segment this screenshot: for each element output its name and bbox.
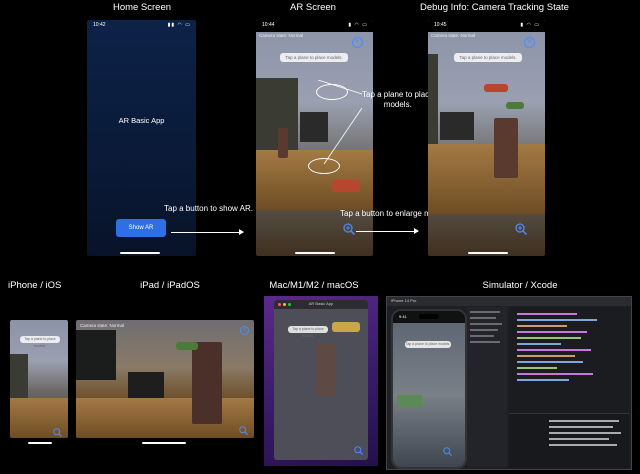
zoom-icon[interactable] <box>515 222 528 240</box>
console-line <box>549 432 621 434</box>
status-time: 10:45 <box>434 22 447 28</box>
home-indicator <box>120 252 160 254</box>
simulator-device: 9:41 Tap a plane to place models. <box>391 309 467 469</box>
home-indicator <box>28 442 52 444</box>
zoom-icon[interactable] <box>343 222 356 240</box>
plane-model <box>176 342 198 350</box>
home-screen-phone: 10:42 ▮▮ ◠ ▭ AR Basic App Show AR <box>87 20 196 256</box>
code-line <box>517 361 583 363</box>
mac-window: AR Basic App Tap a plane to place models… <box>274 300 368 460</box>
mac-desktop: AR Basic App Tap a plane to place models… <box>264 296 378 466</box>
ipad-screen: Camera state: Normal ✕ <box>76 320 254 438</box>
hint-pill: Tap a plane to place models. <box>20 336 60 348</box>
app-title: AR Basic App <box>118 116 165 125</box>
ar-screen-heading: AR Screen <box>290 2 336 13</box>
annotation-tap-plane: Tap a plane to place models. <box>362 90 434 109</box>
home-indicator <box>142 442 186 444</box>
arrow-to-ar <box>171 229 244 235</box>
code-line <box>517 373 593 375</box>
code-editor[interactable] <box>509 307 629 468</box>
hint-pill: Tap a plane to place models. <box>288 326 328 338</box>
nav-row <box>470 329 498 331</box>
mac-heading: Mac/M1/M2 / macOS <box>269 280 359 291</box>
nav-row <box>470 323 502 325</box>
code-line <box>517 337 581 339</box>
console-line <box>549 420 619 422</box>
plane-model <box>506 102 524 109</box>
dynamic-island <box>419 314 439 319</box>
robot-model <box>278 128 288 158</box>
status-time: 9:41 <box>399 314 407 319</box>
console-line <box>549 426 613 428</box>
ipad-heading: iPad / iPadOS <box>140 280 200 291</box>
project-navigator <box>467 307 507 467</box>
plane-model <box>484 84 508 92</box>
zoom-icon[interactable] <box>354 442 364 460</box>
simulator-heading: Simulator / Xcode <box>482 280 558 291</box>
status-icons: ▮▮ ◠ ▭ <box>167 22 191 28</box>
code-line <box>517 379 569 381</box>
hint-pill: Tap a plane to place models. <box>280 53 348 62</box>
close-icon[interactable]: ✕ <box>240 326 249 335</box>
zoom-icon[interactable] <box>239 422 249 438</box>
debug-console <box>509 413 629 468</box>
code-line <box>517 367 557 369</box>
camera-state-label: Camera state: Normal <box>80 323 125 328</box>
xcode-toolbar <box>387 297 631 306</box>
hint-pill: Tap a plane to place models. <box>405 341 451 348</box>
home-indicator <box>295 252 335 254</box>
plane-model <box>332 180 360 192</box>
code-line <box>517 343 561 345</box>
nav-row <box>470 317 496 319</box>
annotation-show-ar: Tap a button to show AR. <box>164 204 253 213</box>
close-icon[interactable]: ✕ <box>352 37 363 48</box>
nav-row <box>470 311 500 313</box>
desk <box>428 144 545 214</box>
code-line <box>517 331 587 333</box>
code-line <box>517 325 567 327</box>
nav-row <box>470 335 494 337</box>
console-line <box>549 438 609 440</box>
window-view <box>76 330 116 380</box>
show-ar-button[interactable]: Show AR <box>116 219 166 237</box>
debug-screen-phone: 10:45 ▮ ◠ ▭ Camera state: Normal ✕ Tap a… <box>428 20 545 256</box>
robot-model <box>192 342 222 424</box>
simulator-device-label: iPhone 14 Pro <box>391 298 417 303</box>
simulator-ar-view: Tap a plane to place models. <box>393 323 465 467</box>
hint-pill: Tap a plane to place models. <box>454 53 522 62</box>
zoom-icon[interactable] <box>53 424 63 438</box>
camera-state-label: Camera state: Normal <box>431 33 476 38</box>
nav-row <box>470 341 500 343</box>
arrow-to-debug <box>356 228 419 234</box>
status-icons: ▮ ◠ ▭ <box>520 22 540 28</box>
console-line <box>549 444 617 446</box>
status-icons: ▮ ◠ ▭ <box>348 22 368 28</box>
robot-model <box>316 344 336 396</box>
plane-model <box>397 395 423 407</box>
code-line <box>517 313 577 315</box>
iphone-small-screen: Tap a plane to place models. <box>10 320 68 438</box>
home-screen-heading: Home Screen <box>112 2 172 13</box>
code-line <box>517 319 597 321</box>
zoom-icon[interactable] <box>443 443 453 461</box>
iphone-heading: iPhone / iOS <box>8 280 62 291</box>
desk <box>76 398 254 438</box>
code-line <box>517 349 591 351</box>
home-indicator <box>468 252 508 254</box>
code-line <box>517 355 575 357</box>
laptop <box>440 112 474 140</box>
plane-model <box>332 322 360 332</box>
debug-heading: Debug Info: Camera Tracking State <box>420 2 569 13</box>
robot-model <box>494 118 518 178</box>
pointer-lines <box>317 80 363 165</box>
camera-state-label: Camera state: Normal <box>259 33 304 38</box>
window-view <box>10 354 28 400</box>
status-time: 10:42 <box>93 22 106 28</box>
xcode-window: iPhone 14 Pro 9:41 Tap a plane to place … <box>386 296 632 470</box>
window-view <box>428 54 438 144</box>
close-icon[interactable]: ✕ <box>524 37 535 48</box>
mac-window-title: AR Basic App <box>308 301 334 306</box>
status-time: 10:44 <box>262 22 275 28</box>
